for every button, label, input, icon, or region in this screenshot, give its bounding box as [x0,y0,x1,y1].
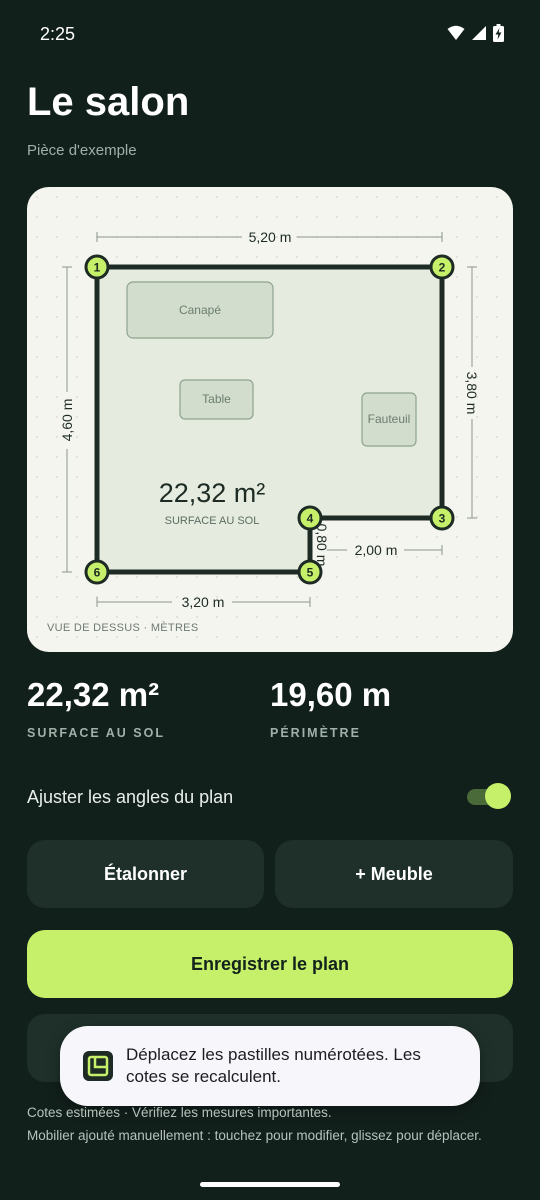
corner-handle-4[interactable]: 4 [297,505,323,531]
dimension-top-label: 5,20 m [249,229,292,245]
dimension-left-label: 4,60 m [59,399,75,442]
snap-angles-row[interactable]: Ajuster les angles du plan [27,780,513,814]
hint-toast: Déplacez les pastilles numérotées. Les c… [60,1026,480,1106]
corner-handle-5[interactable]: 5 [297,559,323,585]
furniture-sofa-label: Canapé [179,303,221,317]
battery-charging-icon [493,24,504,42]
toggle-knob [485,783,511,809]
floor-plan-card[interactable]: Canapé Table Fauteuil 22,32 m² SURFACE A… [27,187,513,652]
dimension-bottom-label: 3,20 m [182,594,225,610]
corner-handle-1-label: 1 [94,261,101,275]
stat-perimeter-label: PÉRIMÈTRE [270,726,361,740]
page-title: Le salon [27,80,190,124]
furniture-table-label: Table [202,392,231,406]
status-icons [447,24,504,42]
corner-handle-6[interactable]: 6 [84,559,110,585]
stat-perimeter: 19,60 m PÉRIMÈTRE [270,676,391,740]
app-icon [83,1051,113,1081]
dimension-right-label: 3,80 m [464,372,480,415]
corner-handle-3[interactable]: 3 [429,505,455,531]
add-furniture-button[interactable]: + Meuble [275,840,513,908]
plan-caption: VUE DE DESSUS · MÈTRES [47,622,199,634]
footer-note-1: Cotes estimées · Vérifiez les mesures im… [27,1105,332,1120]
plan-area-value: 22,32 m² [159,478,266,508]
furniture-table[interactable]: Table [179,379,254,420]
corner-handle-2[interactable]: 2 [429,254,455,280]
status-bar: 2:25 [0,0,540,68]
furniture-armchair[interactable]: Fauteuil [361,392,417,447]
stat-area-label: SURFACE AU SOL [27,726,165,740]
home-indicator[interactable] [200,1182,340,1187]
save-plan-button[interactable]: Enregistrer le plan [27,930,513,998]
corner-handle-3-label: 3 [439,512,446,526]
status-time: 2:25 [40,24,76,44]
stat-perimeter-value: 19,60 m [270,676,392,713]
corner-handle-6-label: 6 [94,566,101,580]
calibrate-button[interactable]: Étalonner [27,840,264,908]
corner-handle-5-label: 5 [307,566,314,580]
corner-handle-1[interactable]: 1 [84,254,110,280]
floor-plan-canvas[interactable]: Canapé Table Fauteuil 22,32 m² SURFACE A… [27,187,513,652]
dimension-notch-height-label: 0,80 m [314,524,330,567]
stat-area: 22,32 m² SURFACE AU SOL [27,676,165,740]
footer-note-2: Mobilier ajouté manuellement : touchez p… [27,1128,482,1143]
corner-handle-4-label: 4 [307,512,314,526]
plan-area-caption: SURFACE AU SOL [165,515,260,527]
furniture-armchair-label: Fauteuil [368,412,411,426]
signal-icon [472,26,486,40]
wifi-icon [447,25,465,40]
dimension-notch-width-label: 2,00 m [355,542,398,558]
page-subtitle: Pièce d'exemple [27,142,137,159]
snap-angles-label: Ajuster les angles du plan [27,787,234,807]
corner-handle-2-label: 2 [439,261,446,275]
snap-angles-toggle[interactable] [467,783,511,809]
toast-message: Déplacez les pastilles numérotées. Les c… [126,1045,421,1086]
furniture-sofa[interactable]: Canapé [126,281,274,339]
stat-area-value: 22,32 m² [27,676,160,713]
